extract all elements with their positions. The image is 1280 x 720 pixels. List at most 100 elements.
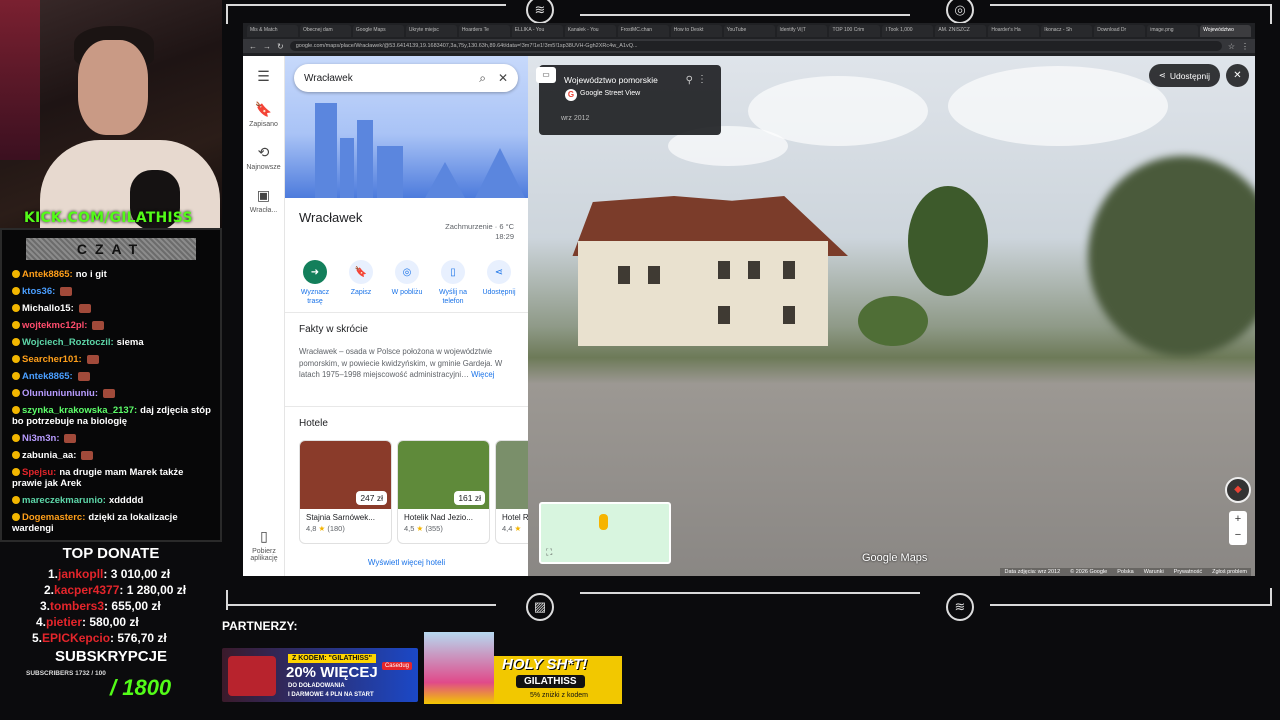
browser-tab[interactable]: Kanałek - You bbox=[564, 25, 616, 37]
browser-tab[interactable]: ELLIKA - You bbox=[511, 25, 563, 37]
emote-icon bbox=[92, 320, 105, 330]
rail-item[interactable]: ☰ bbox=[243, 68, 284, 85]
thumbnail-icon[interactable]: ▭ bbox=[536, 67, 556, 83]
share-button[interactable]: ⋖ Udostępnij bbox=[1148, 64, 1220, 87]
frame-line bbox=[226, 4, 506, 6]
browser-tab[interactable]: image.png bbox=[1147, 25, 1199, 37]
hotel-image: 161 zł bbox=[398, 441, 489, 509]
browser-tab[interactable]: Hoarders Te bbox=[458, 25, 510, 37]
subs-count: SUBSCRIBERS 1732 / 100 bbox=[26, 670, 106, 677]
donation-rank: 2. bbox=[44, 583, 55, 597]
chat-username[interactable]: Spejsu: bbox=[22, 467, 56, 478]
chat-username[interactable]: Oluniuniuniuniu: bbox=[22, 388, 98, 399]
divider bbox=[285, 406, 528, 407]
chat-username[interactable]: zabunia_aa: bbox=[22, 450, 76, 461]
zoom-controls: + − bbox=[1229, 511, 1247, 545]
rail-item[interactable]: ⟲ Najnowsze bbox=[243, 144, 284, 171]
rail-item[interactable]: ▣ Wracła... bbox=[243, 187, 284, 214]
chat-username[interactable]: ktos36: bbox=[22, 286, 55, 297]
attribution-item[interactable]: Warunki bbox=[1144, 569, 1164, 575]
chat-username[interactable]: Antek8865: bbox=[22, 269, 73, 280]
frame-line bbox=[990, 604, 1272, 606]
banner1-headline: 20% WIĘCEJ bbox=[286, 664, 378, 681]
chat-username[interactable]: wojtekmc12pl: bbox=[22, 320, 87, 331]
pin-icon[interactable]: ⚲ bbox=[686, 75, 693, 86]
browser-tab[interactable]: FrostMC.chan bbox=[617, 25, 669, 37]
reload-icon[interactable]: ↻ bbox=[277, 42, 284, 51]
more-options-icon[interactable]: ⋮ bbox=[697, 74, 707, 85]
close-street-view-button[interactable]: ✕ bbox=[1226, 64, 1249, 87]
browser-tab[interactable]: TOP 100 Crim bbox=[829, 25, 881, 37]
sv-date[interactable]: wrz 2012 bbox=[561, 115, 589, 122]
chat-username[interactable]: mareczekmarunio: bbox=[22, 495, 106, 506]
chat-username[interactable]: Michallo15: bbox=[22, 303, 74, 314]
search-icon[interactable]: ⌕ bbox=[479, 71, 486, 86]
back-icon[interactable]: ← bbox=[249, 42, 257, 51]
browser-tab[interactable]: Ukryte miejsc bbox=[405, 25, 457, 37]
target-logo-icon: ◎ bbox=[946, 0, 974, 24]
frame-line bbox=[580, 14, 910, 16]
more-hotels-link[interactable]: Wyświetl więcej hoteli bbox=[285, 558, 528, 567]
chat-username[interactable]: Ni3m3n: bbox=[22, 433, 59, 444]
browser-tab[interactable]: Google Maps bbox=[352, 25, 404, 37]
browser-tab[interactable]: Ikonacz - Sh bbox=[1041, 25, 1093, 37]
action-button[interactable]: ▯ Wyślij na telefon bbox=[431, 260, 475, 306]
browser-tab[interactable]: AM. ZNISZCZ bbox=[935, 25, 987, 37]
star-icon[interactable]: ☆ bbox=[1228, 42, 1235, 51]
hotel-card[interactable]: 161 zł Hotelik Nad Jezio... 4,5 ★ (355) bbox=[397, 440, 490, 544]
chat-username[interactable]: Wojciech_Roztoczil: bbox=[22, 337, 114, 348]
action-icon: 🔖 bbox=[349, 260, 373, 284]
partner-banner-holy[interactable]: HOLY SH*T! GILATHISS 5% zniżki z kodem bbox=[424, 632, 622, 704]
menu-icon[interactable]: ⋮ bbox=[1241, 42, 1249, 51]
compass-icon[interactable]: ◆ bbox=[1225, 477, 1251, 503]
action-button[interactable]: ⋖ Udostępnij bbox=[477, 260, 521, 306]
pegman-icon[interactable] bbox=[599, 514, 608, 530]
chat-username[interactable]: Antek8865: bbox=[22, 371, 73, 382]
hotel-card[interactable]: Hotel R 4,4 ★ bbox=[495, 440, 528, 544]
action-button[interactable]: ◎ W pobliżu bbox=[385, 260, 429, 306]
close-icon[interactable]: ✕ bbox=[498, 71, 508, 85]
chat-username[interactable]: szynka_krakowska_2137: bbox=[22, 405, 137, 416]
expand-icon[interactable]: ⛶ bbox=[546, 547, 552, 558]
action-button[interactable]: 🔖 Zapisz bbox=[339, 260, 383, 306]
zoom-in-button[interactable]: + bbox=[1229, 511, 1247, 527]
action-label: Udostępnij bbox=[482, 289, 516, 296]
browser-tab[interactable]: Hoarder's Ha bbox=[988, 25, 1040, 37]
partner-banner-casedug[interactable]: Z KODEM: "GILATHISS" Casedug 20% WIĘCEJ … bbox=[222, 648, 418, 702]
share-icon: ⋖ bbox=[1158, 70, 1166, 80]
search-input[interactable]: Wracławek bbox=[304, 73, 467, 84]
chat-message: mareczekmarunio: xddddd bbox=[2, 492, 220, 509]
street-view[interactable]: ▭ Województwo pomorskie G Google Street … bbox=[528, 56, 1255, 576]
browser-tab[interactable]: Województwo bbox=[1200, 25, 1252, 37]
browser-tab[interactable]: YouTube bbox=[723, 25, 775, 37]
browser-tab[interactable]: Download Dr bbox=[1094, 25, 1146, 37]
browser-tab[interactable]: Mis & Match bbox=[247, 25, 298, 37]
browser-tab[interactable]: I Took 1,000 bbox=[882, 25, 934, 37]
rail-item[interactable]: 🔖 Zapisano bbox=[243, 101, 284, 128]
kick-handle: KICK.COM/GILATHISS bbox=[24, 210, 193, 226]
browser-tab[interactable]: Identify Vi|T bbox=[776, 25, 828, 37]
forward-icon[interactable]: → bbox=[263, 42, 271, 51]
tab-strip: Mis & Match Obecnej dam Google Maps Ukryte … bbox=[243, 23, 1255, 39]
rail-get-app[interactable]: ▯ Pobierz aplikację bbox=[243, 528, 285, 562]
action-button[interactable]: ➜ Wyznacz trasę bbox=[293, 260, 337, 306]
attribution-item[interactable]: Zgłoś problem bbox=[1212, 569, 1247, 575]
maps-rail: ☰ 🔖 Zapisano ⟲ Najnowsze ▣ Wracła... ▯ Pobierz… bbox=[243, 56, 285, 576]
browser-tab[interactable]: Obecnej dam bbox=[299, 25, 351, 37]
attribution-item[interactable]: Prywatność bbox=[1174, 569, 1202, 575]
chat-username[interactable]: Dogemasterc: bbox=[22, 512, 85, 523]
chat-username[interactable]: Searcher101: bbox=[22, 354, 82, 365]
url-field[interactable]: google.com/maps/place/Wracławek/@53.6414… bbox=[289, 41, 1222, 51]
search-box[interactable]: Wracławek ⌕ ✕ bbox=[294, 64, 518, 92]
star-icon: ★ bbox=[316, 524, 328, 533]
zoom-out-button[interactable]: − bbox=[1229, 527, 1247, 543]
donation-row: 1.jankopll: 3 010,00 zł bbox=[48, 567, 171, 581]
browser-tab[interactable]: How to Deskt bbox=[670, 25, 722, 37]
hotel-card[interactable]: 247 zł Stajnia Sarnówek... 4,8 ★ (180) bbox=[299, 440, 392, 544]
frame-corner bbox=[226, 590, 228, 610]
attribution-item[interactable]: Polska bbox=[1117, 569, 1134, 575]
mini-map[interactable]: ⛶ bbox=[539, 502, 671, 564]
frame-corner bbox=[226, 4, 228, 24]
hotels-heading: Hotele bbox=[299, 418, 328, 429]
facts-more-link[interactable]: Więcej bbox=[471, 370, 494, 379]
